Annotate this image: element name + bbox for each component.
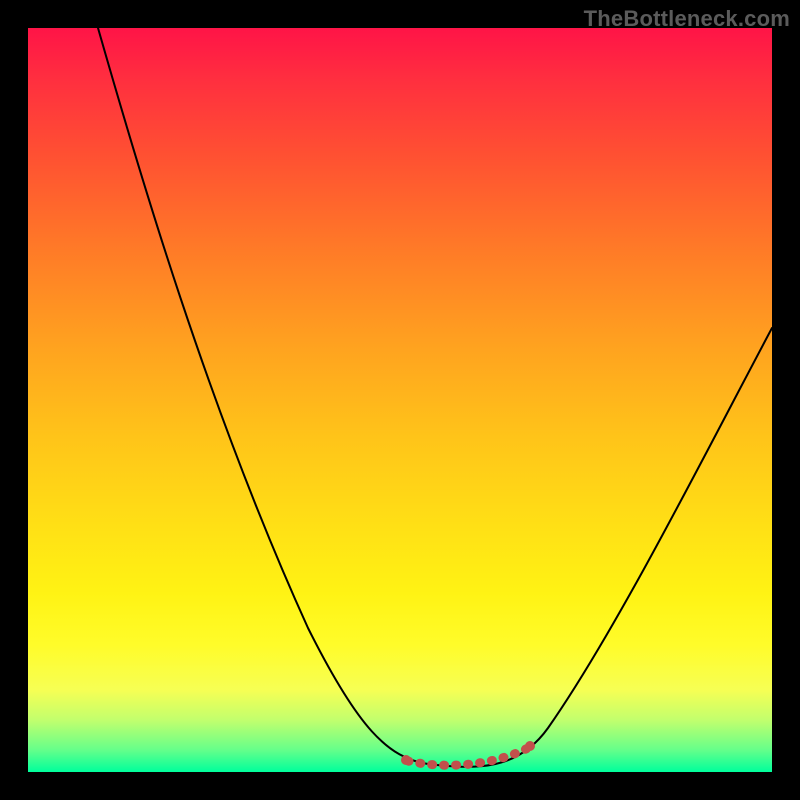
highlight-endpoint-right xyxy=(525,741,535,751)
curve-min-highlight xyxy=(408,748,528,765)
bottleneck-curve xyxy=(28,28,772,772)
chart-frame: TheBottleneck.com xyxy=(0,0,800,800)
curve-path xyxy=(98,28,772,767)
highlight-endpoint-left xyxy=(401,755,411,765)
watermark-text: TheBottleneck.com xyxy=(584,6,790,32)
plot-area xyxy=(28,28,772,772)
